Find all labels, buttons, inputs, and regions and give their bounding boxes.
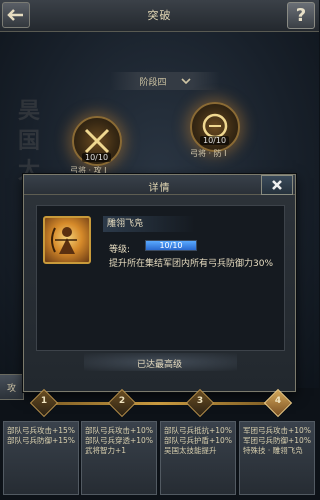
popup-title-bar: 详情 <box>24 175 295 195</box>
skill-detail-panel: 雕翎飞凫 等级: 10/10 提升所在集结军团内所有弓兵防御力30% <box>36 205 285 351</box>
help-button[interactable]: ? <box>287 2 315 29</box>
stage-progress-track <box>34 402 282 405</box>
archer-skill-icon <box>43 216 91 264</box>
node-count-attack: 10/10 <box>82 153 112 162</box>
stage-num-3: 3 <box>196 396 204 406</box>
node-label-defense: 弓将 · 防 I <box>190 149 227 158</box>
level-value: 10/10 <box>159 241 183 250</box>
bonus-line: 部队弓兵防御+15% <box>7 436 75 445</box>
bonus-line: 军团弓兵攻击+10% <box>243 426 311 435</box>
page-title: 突破 <box>147 9 172 22</box>
bonus-line: 部队弓兵攻击+10% <box>85 426 153 435</box>
stage-num-4: 4 <box>274 396 282 406</box>
bonus-line: 特殊技 · 雕翎飞凫 <box>243 446 303 455</box>
max-level-text: 已达最高级 <box>136 360 182 370</box>
bonus-line: 军团弓兵防御+10% <box>243 436 311 445</box>
bonus-line: 部队弓兵抵抗+10% <box>164 426 232 435</box>
stage-num-1: 1 <box>40 396 48 406</box>
stage-bonus-card-4: 军团弓兵攻击+10% 军团弓兵防御+10% 特殊技 · 雕翎飞凫 <box>239 421 315 495</box>
stage-bonus-card-2: 部队弓兵攻击+10% 部队弓兵穿透+10% 武将智力+1 <box>81 421 157 495</box>
stage-selector-dropdown[interactable]: 阶段四 <box>110 72 220 90</box>
chevron-down-icon <box>180 78 191 84</box>
stage-bonus-card-1: 部队弓兵攻击+15% 部队弓兵防御+15% <box>3 421 79 495</box>
skill-description: 提升所在集结军团内所有弓兵防御力30% <box>109 259 274 269</box>
node-count-defense: 10/10 <box>200 136 230 145</box>
detail-popup: 详情 雕翎飞凫 等级: 10/10 提升所在集结军团内所有弓兵防御力30% 已达… <box>23 174 296 392</box>
level-label: 等级: <box>109 245 131 255</box>
top-bar: 突破 ? <box>0 0 319 32</box>
close-x-icon <box>272 180 282 190</box>
level-progress-bar: 10/10 <box>145 240 197 251</box>
skill-name: 雕翎飞凫 <box>103 216 195 232</box>
bonus-line: 吴国太技能提升 <box>164 446 217 455</box>
bonus-line: 部队弓兵护盾+10% <box>164 436 232 445</box>
stage-bonus-card-3: 部队弓兵抵抗+10% 部队弓兵护盾+10% 吴国太技能提升 <box>160 421 236 495</box>
stage-selector-label: 阶段四 <box>139 77 167 88</box>
background-calligraphy: 昊国太 <box>18 98 41 184</box>
close-button[interactable] <box>261 175 293 195</box>
bonus-line: 武将智力+1 <box>85 446 127 455</box>
side-tab-attack[interactable]: 攻 <box>0 374 24 400</box>
popup-title: 详情 <box>148 183 171 194</box>
bonus-line: 部队弓兵穿透+10% <box>85 436 153 445</box>
bonus-line: 部队弓兵攻击+15% <box>7 426 75 435</box>
stage-num-2: 2 <box>118 396 126 406</box>
